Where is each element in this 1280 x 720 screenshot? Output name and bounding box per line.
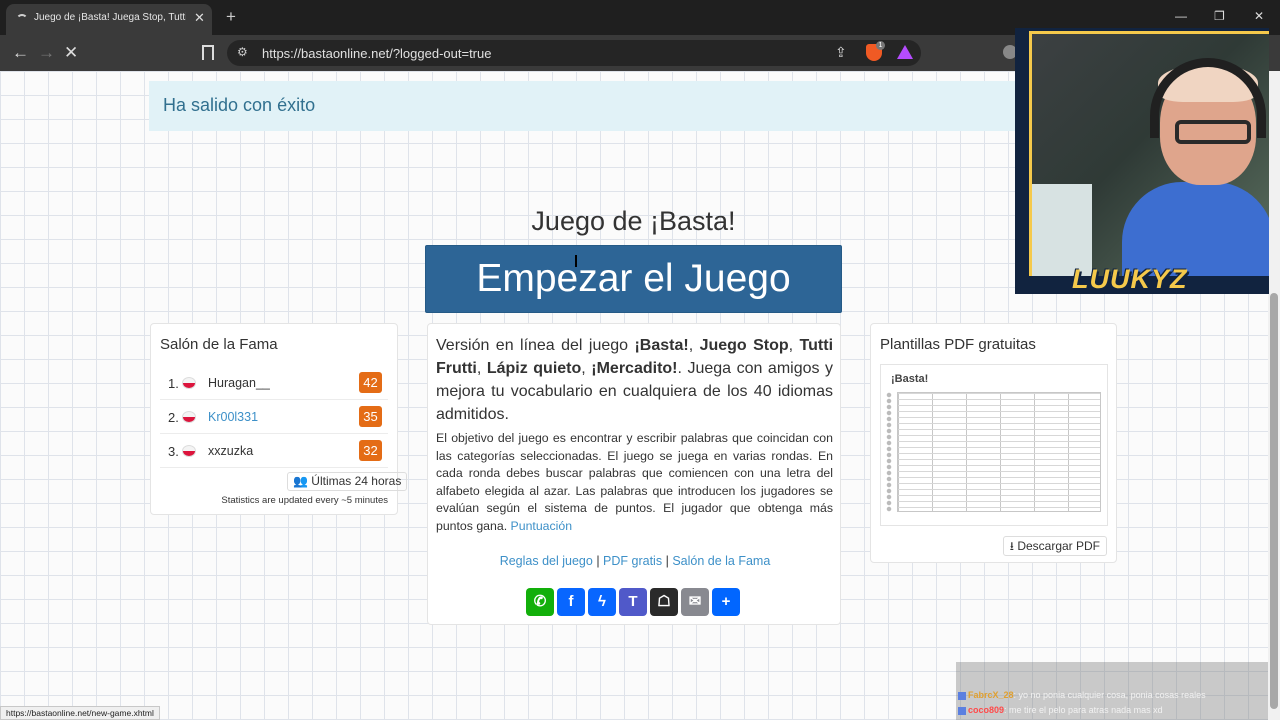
score-link[interactable]: Puntuación <box>511 519 573 533</box>
rank-number: 2. <box>168 410 179 425</box>
poland-flag-icon <box>182 411 196 423</box>
score-badge: 42 <box>359 372 382 393</box>
minimize-button[interactable]: — <box>1175 9 1187 23</box>
webcam-overlay <box>1015 28 1269 294</box>
new-tab-button[interactable]: + <box>226 7 236 27</box>
chat-text: : me tire el pelo para atras nada mas xd <box>1004 705 1163 715</box>
share-share-icon[interactable]: + <box>712 588 740 616</box>
chat-text: : yo no ponia cualquier cosa, ponia cosa… <box>1013 690 1206 700</box>
hall-of-fame-link[interactable]: Salón de la Fama <box>672 554 770 568</box>
snapchat-share-icon[interactable]: ☖ <box>650 588 678 616</box>
share-icon[interactable]: ⇪ <box>835 44 847 61</box>
download-pdf-button[interactable]: ⭳ Descargar PDF <box>1002 536 1107 556</box>
scrollbar-thumb[interactable] <box>1270 293 1278 709</box>
status-bar-url: https://bastaonline.net/new-game.xhtml <box>0 706 160 720</box>
last-24-hours-button[interactable]: 👥 Últimas 24 horas <box>287 472 408 491</box>
game-info-panel: Versión en línea del juego ¡Basta!, Jueg… <box>427 323 841 625</box>
info-lead-text: Versión en línea del juego ¡Basta!, Jueg… <box>436 337 834 423</box>
shields-count-badge: 1 <box>876 41 885 50</box>
stop-loading-button[interactable]: ✕ <box>64 43 78 63</box>
pdf-templates-panel: Plantillas PDF gratuitas ¡Basta! ⭳ Desca… <box>870 323 1117 563</box>
hall-of-fame-panel: Salón de la Fama 1. Huragan__ 42 2. Kr00l331… <box>150 323 408 515</box>
maximize-button[interactable]: ❐ <box>1214 9 1225 23</box>
chat-badge-icon <box>958 691 966 700</box>
browser-tab[interactable]: Juego de ¡Basta! Juega Stop, Tutti Frutt… <box>6 4 212 35</box>
download-pdf-label: Descargar PDF <box>1017 539 1100 553</box>
rank-number: 3. <box>168 444 179 459</box>
streamer-webcam-image <box>1029 31 1269 276</box>
chat-message: FabrcX_28: yo no ponia cualquier cosa, p… <box>958 688 1266 702</box>
back-button[interactable]: ← <box>12 43 29 63</box>
pdf-preview-image[interactable]: ¡Basta! <box>880 364 1108 526</box>
score-badge: 35 <box>359 406 382 427</box>
pdf-preview-logo: ¡Basta! <box>891 373 929 385</box>
logout-alert: Ha salido con éxito <box>149 81 1029 131</box>
stream-chat-overlay: FabrcX_28: yo no ponia cualquier cosa, p… <box>956 662 1268 720</box>
rank-number: 1. <box>168 376 179 391</box>
page-title: Juego de ¡Basta! <box>531 206 736 236</box>
messenger-share-icon[interactable]: ϟ <box>588 588 616 616</box>
player-name: xxzuzka <box>208 444 254 458</box>
brave-rewards-icon[interactable] <box>897 45 913 59</box>
footer-links: Reglas del juego | PDF gratis | Salón de… <box>499 554 771 568</box>
tab-title: Juego de ¡Basta! Juega Stop, Tutti Frutt… <box>34 12 186 23</box>
info-body-text: El objetivo del juego es encontrar y esc… <box>436 431 833 533</box>
email-share-icon[interactable]: ✉ <box>681 588 709 616</box>
hall-of-fame-title: Salón de la Fama <box>160 336 278 353</box>
last-24-hours-label: Últimas 24 horas <box>311 474 402 488</box>
hall-of-fame-row: 2. Kr00l331 35 <box>160 401 388 434</box>
whatsapp-share-icon[interactable]: ✆ <box>526 588 554 616</box>
score-badge: 32 <box>359 440 382 461</box>
chat-message: coco809: me tire el pelo para atras nada… <box>958 703 1266 717</box>
poland-flag-icon <box>182 377 196 389</box>
share-buttons: ✆ f ϟ T ☖ ✉ + <box>526 588 746 618</box>
pdf-panel-title: Plantillas PDF gratuitas <box>880 336 1036 353</box>
page-scrollbar[interactable] <box>1268 71 1280 720</box>
address-bar-url[interactable]: https://bastaonline.net/?logged-out=true <box>262 46 491 61</box>
chat-username: coco809 <box>968 705 1005 715</box>
site-settings-icon[interactable]: ⚙ <box>237 45 248 59</box>
player-name: Huragan__ <box>208 376 270 390</box>
start-game-button[interactable]: Empezar el Juego <box>425 245 842 313</box>
address-bar[interactable]: ⚙ https://bastaonline.net/?logged-out=tr… <box>227 40 921 66</box>
chat-username: FabrcX_28 <box>968 690 1014 700</box>
poland-flag-icon <box>182 445 196 457</box>
streamer-name: LUUKYZ <box>1072 264 1188 294</box>
teams-share-icon[interactable]: T <box>619 588 647 616</box>
brave-shields-icon[interactable]: 1 <box>866 41 885 61</box>
loading-spinner-icon <box>16 14 28 26</box>
tab-close-icon[interactable]: ✕ <box>194 10 205 26</box>
bookmark-icon[interactable] <box>202 45 214 60</box>
close-window-button[interactable]: ✕ <box>1254 9 1264 23</box>
pdf-preview-dots <box>885 392 893 512</box>
rules-link[interactable]: Reglas del juego <box>500 554 593 568</box>
users-icon: 👥 <box>293 474 312 488</box>
free-pdf-link[interactable]: PDF gratis <box>603 554 662 568</box>
facebook-share-icon[interactable]: f <box>557 588 585 616</box>
pdf-preview-grid <box>897 392 1101 512</box>
alert-text: Ha salido con éxito <box>163 95 316 115</box>
forward-button[interactable]: → <box>38 43 55 63</box>
player-name[interactable]: Kr00l331 <box>208 410 258 424</box>
stats-note: Statistics are updated every ~5 minutes <box>221 495 388 506</box>
hall-of-fame-row: 1. Huragan__ 42 <box>160 367 388 400</box>
hall-of-fame-row: 3. xxzuzka 32 <box>160 435 388 468</box>
text-cursor-icon <box>575 255 582 267</box>
chat-badge-icon <box>958 706 966 715</box>
